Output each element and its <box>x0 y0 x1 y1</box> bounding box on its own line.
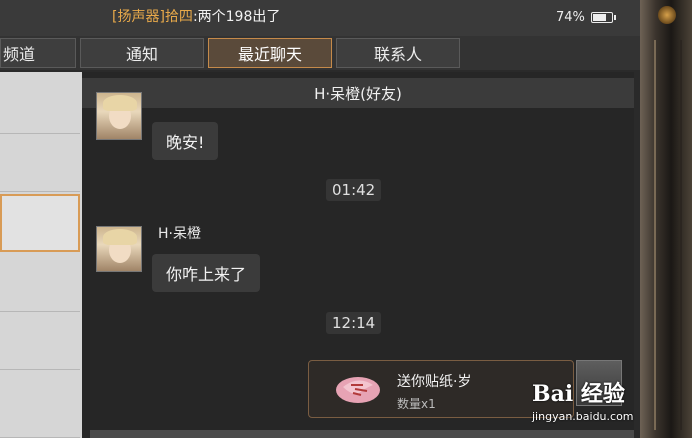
conversation-list <box>0 72 82 438</box>
sender-name: H·呆橙 <box>158 226 201 242</box>
friend-avatar[interactable] <box>96 92 142 140</box>
tab-contacts[interactable]: 联系人 <box>336 38 460 68</box>
status-bar: [扬声器]拾四:两个198出了 74% <box>0 0 640 36</box>
gem-ornament-icon <box>658 6 676 24</box>
message-timestamp: 01:42 <box>326 179 382 201</box>
conversation-item[interactable] <box>0 312 80 370</box>
broadcast-text: :两个198出了 <box>192 9 281 25</box>
broadcast-message: [扬声器]拾四:两个198出了 <box>112 6 280 26</box>
gift-title: 送你贴纸·岁 <box>397 374 472 390</box>
frame-bar <box>654 40 682 430</box>
gift-quantity: 数量x1 <box>397 397 436 411</box>
message-timestamp: 12:14 <box>326 312 382 334</box>
decorative-frame <box>640 0 692 438</box>
battery-icon <box>590 12 616 23</box>
chat-tabs: 频道 通知 最近聊天 联系人 <box>0 36 640 70</box>
watermark-url: jingyan.baidu.com <box>532 410 634 423</box>
battery-indicator: 74% <box>556 10 616 25</box>
conversation-item[interactable] <box>0 72 80 134</box>
chat-title: H·呆橙(好友) <box>82 78 634 108</box>
conversation-item[interactable] <box>0 134 80 192</box>
conversation-item[interactable] <box>0 370 80 438</box>
conversation-item-selected[interactable] <box>0 194 80 252</box>
tab-recent-chats[interactable]: 最近聊天 <box>208 38 332 68</box>
sticker-icon <box>336 377 380 403</box>
conversation-item[interactable] <box>0 254 80 312</box>
message-bubble: 晚安! <box>152 122 219 160</box>
message-bubble: 你咋上来了 <box>152 254 261 292</box>
tab-channel[interactable]: 频道 <box>0 38 76 68</box>
baidu-jingyan-watermark: Bai 经验 jingyan.baidu.com <box>532 376 652 423</box>
friend-avatar[interactable] <box>96 226 142 272</box>
battery-percent: 74% <box>556 10 585 25</box>
tab-notifications[interactable]: 通知 <box>80 38 204 68</box>
message-input-bar[interactable] <box>90 430 634 438</box>
watermark-logo: Bai 经验 <box>532 381 625 407</box>
broadcast-tag: [扬声器]拾四 <box>112 9 193 25</box>
